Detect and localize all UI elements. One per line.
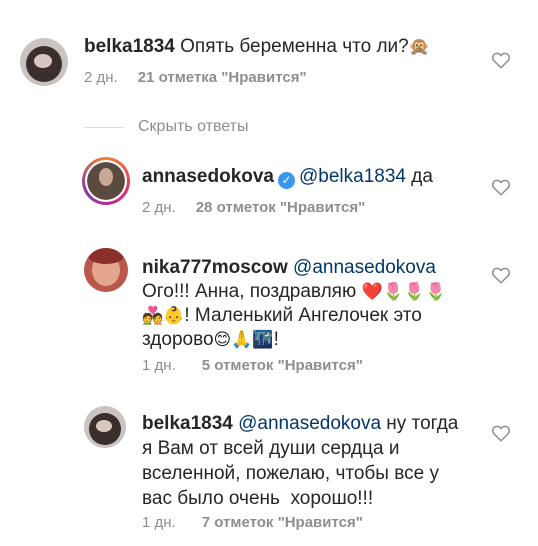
comment-meta: 1 дн. 5 отметок "Нравится"	[142, 357, 363, 374]
timestamp: 1 дн.	[142, 514, 176, 531]
monkey-emoji: 🙊	[408, 37, 430, 56]
hide-replies-label: Скрыть ответы	[138, 118, 249, 135]
timestamp: 2 дн.	[142, 199, 176, 216]
comment-line-3: здорово	[142, 329, 214, 350]
comment-body: Опять беременна что ли?	[180, 36, 409, 57]
comment-meta: 2 дн. 21 отметка "Нравится"	[84, 69, 307, 86]
mention[interactable]: @belka1834	[299, 166, 406, 187]
divider	[84, 126, 124, 128]
username[interactable]: belka1834	[84, 36, 175, 57]
likes-count[interactable]: 5 отметок "Нравится"	[202, 357, 363, 374]
comment-body: да	[405, 166, 433, 187]
comment-line-4: вас было очень хорошо!!!	[142, 488, 374, 509]
avatar[interactable]	[84, 406, 126, 448]
comment-line-3: вселенной, пожелаю, чтобы все у	[142, 463, 439, 484]
heart-outline-icon[interactable]	[491, 178, 511, 196]
comment-text: belka1834 @annasedokova ну тогда я Вам о…	[142, 411, 492, 511]
comment-line-1: Ого!!! Анна, поздравляю	[142, 281, 362, 302]
timestamp: 1 дн.	[142, 357, 176, 374]
comment-text: belka1834 Опять беременна что ли?🙊	[84, 35, 504, 59]
username[interactable]: belka1834	[142, 413, 233, 434]
heart-outline-icon[interactable]	[491, 51, 511, 69]
comment-line-2: ! Маленький Ангелочек это	[184, 305, 422, 326]
mention[interactable]: @annasedokova	[238, 413, 381, 434]
comment-line-2: я Вам от всей души сердца и	[142, 438, 400, 459]
comment-meta: 2 дн. 28 отметок "Нравится"	[142, 199, 365, 216]
family-baby-emoji: 💑👶	[142, 306, 185, 325]
heart-outline-icon[interactable]	[491, 266, 511, 284]
smile-pray-night-emoji: 😊🙏🌃	[213, 330, 274, 349]
avatar[interactable]	[84, 248, 128, 292]
comment-meta: 1 дн. 7 отметок "Нравится"	[142, 514, 363, 531]
username[interactable]: annasedokova	[142, 166, 274, 187]
mention[interactable]: @annasedokova	[293, 257, 436, 278]
timestamp: 2 дн.	[84, 69, 118, 86]
verified-badge-icon: ✓	[278, 172, 295, 189]
heart-tulips-emoji: ❤️🌷🌷🌷	[361, 282, 447, 301]
likes-count[interactable]: 28 отметок "Нравится"	[196, 199, 365, 216]
comment-text: nika777moscow @annasedokova Ого!!! Анна,…	[142, 256, 492, 352]
avatar[interactable]	[85, 160, 127, 202]
username[interactable]: nika777moscow	[142, 257, 288, 278]
likes-count[interactable]: 7 отметок "Нравится"	[202, 514, 363, 531]
comment-line-1: ну тогда	[381, 413, 459, 434]
likes-count[interactable]: 21 отметка "Нравится"	[138, 69, 307, 86]
heart-outline-icon[interactable]	[491, 424, 511, 442]
comment-text: annasedokova ✓ @belka1834 да	[142, 165, 522, 189]
comment-line-3-end: !	[273, 329, 279, 350]
avatar[interactable]	[20, 38, 68, 86]
hide-replies-button[interactable]: Скрыть ответы	[84, 117, 248, 137]
